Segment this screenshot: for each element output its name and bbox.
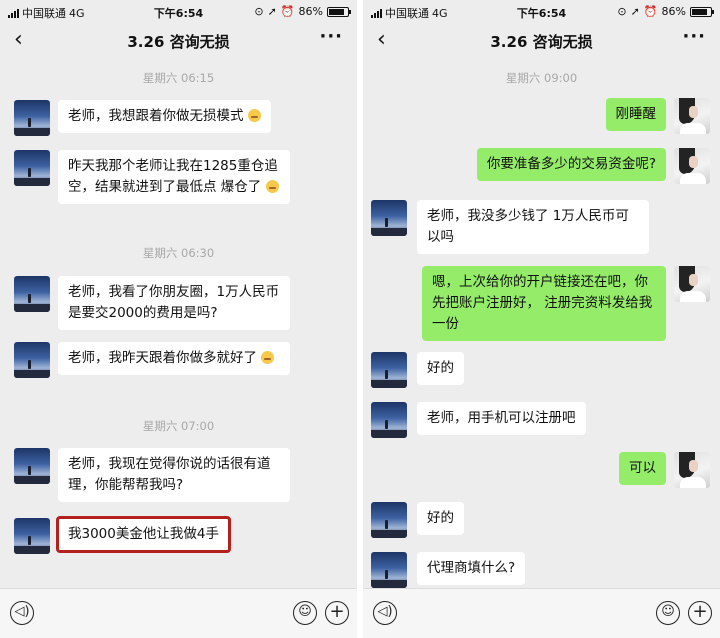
timestamp: 星期六 06:15	[142, 71, 215, 85]
highlighted-message-bubble[interactable]: 我3000美金他让我做4手	[56, 516, 231, 553]
contact-avatar[interactable]	[14, 342, 50, 378]
self-avatar[interactable]	[674, 98, 710, 134]
input-toolbar: ◁) ☺ +	[363, 588, 720, 638]
status-bar: 中国联通 4G 下午6:54 ⊙ ➚ ⏰ 86%	[0, 0, 357, 24]
rotation-lock-icon: ⊙	[254, 5, 264, 18]
contact-avatar[interactable]	[14, 448, 50, 484]
nav-bar: ‹ 3.26 咨询无损 ···	[0, 24, 357, 58]
contact-avatar[interactable]	[14, 150, 50, 186]
message-bubble[interactable]: 嗯，上次给你的开户链接还在吧，你先把账户注册好， 注册完资料发给我一份	[422, 266, 666, 341]
emoji-icon	[247, 109, 261, 122]
message-bubble[interactable]: 好的	[417, 352, 464, 385]
more-icon[interactable]: ···	[682, 26, 706, 47]
contact-avatar[interactable]	[371, 402, 407, 438]
plus-icon[interactable]: +	[325, 601, 349, 625]
message-bubble[interactable]: 老师，我现在觉得你说的话很有道理，你能帮帮我吗?	[58, 448, 290, 502]
rotation-lock-icon: ⊙	[617, 5, 627, 18]
more-icon[interactable]: ···	[319, 26, 343, 47]
battery-icon	[690, 6, 714, 17]
plus-icon[interactable]: +	[688, 601, 712, 625]
voice-icon[interactable]: ◁)	[373, 601, 397, 625]
self-avatar[interactable]	[674, 266, 710, 302]
message-bubble[interactable]: 昨天我那个老师让我在1285重仓追空，结果就进到了最低点 爆仓了	[58, 150, 290, 204]
self-avatar[interactable]	[674, 148, 710, 184]
location-icon: ➚	[267, 5, 277, 18]
message-bubble[interactable]: 好的	[417, 502, 464, 535]
nav-bar: ‹ 3.26 咨询无损 ···	[363, 24, 720, 58]
battery-percent: 86%	[661, 5, 686, 18]
message-list[interactable]: 星期六 09:00 刚睡醒 你要准备多少的交易资金呢? 老师，我没多少钱了 1万…	[363, 58, 720, 588]
alarm-icon: ⏰	[280, 5, 295, 18]
voice-icon[interactable]: ◁)	[10, 601, 34, 625]
message-bubble[interactable]: 刚睡醒	[605, 98, 666, 131]
emoji-icon[interactable]: ☺	[293, 601, 317, 625]
contact-avatar[interactable]	[371, 200, 407, 236]
message-bubble[interactable]: 可以	[619, 452, 666, 485]
emoji-icon	[265, 180, 279, 193]
timestamp: 星期六 07:00	[142, 419, 215, 433]
location-icon: ➚	[630, 5, 640, 18]
message-bubble[interactable]: 老师，我没多少钱了 1万人民币可以吗	[417, 200, 649, 254]
right-chat-screen: 中国联通 4G 下午6:54 ⊙ ➚ ⏰ 86% ‹ 3.26 咨询无损 ···…	[363, 0, 720, 638]
battery-icon	[327, 6, 351, 17]
message-bubble[interactable]: 老师，用手机可以注册吧	[417, 402, 586, 435]
contact-avatar[interactable]	[14, 100, 50, 136]
timestamp: 星期六 06:30	[142, 246, 215, 260]
contact-avatar[interactable]	[371, 502, 407, 538]
self-avatar[interactable]	[674, 452, 710, 488]
message-bubble[interactable]: 老师，我想跟着你做无损模式	[58, 100, 271, 133]
message-bubble[interactable]: 老师，我看了你朋友圈，1万人民币是要交2000的费用是吗?	[58, 276, 290, 330]
contact-avatar[interactable]	[14, 518, 50, 554]
timestamp: 星期六 09:00	[505, 71, 578, 85]
emoji-icon[interactable]: ☺	[656, 601, 680, 625]
message-bubble[interactable]: 老师，我昨天跟着你做多就好了	[58, 342, 290, 375]
message-list[interactable]: 星期六 06:15 老师，我想跟着你做无损模式 昨天我那个老师让我在1285重仓…	[0, 58, 357, 588]
contact-avatar[interactable]	[371, 352, 407, 388]
input-toolbar: ◁) ☺ +	[0, 588, 357, 638]
contact-avatar[interactable]	[14, 276, 50, 312]
contact-avatar[interactable]	[371, 552, 407, 588]
status-bar: 中国联通 4G 下午6:54 ⊙ ➚ ⏰ 86%	[363, 0, 720, 24]
left-chat-screen: 中国联通 4G 下午6:54 ⊙ ➚ ⏰ 86% ‹ 3.26 咨询无损 ···…	[0, 0, 357, 638]
alarm-icon: ⏰	[643, 5, 658, 18]
chat-title: 3.26 咨询无损	[127, 33, 230, 51]
message-bubble[interactable]: 你要准备多少的交易资金呢?	[476, 148, 666, 181]
message-bubble[interactable]: 代理商填什么?	[417, 552, 526, 585]
emoji-icon	[261, 351, 275, 364]
battery-percent: 86%	[298, 5, 323, 18]
chat-title: 3.26 咨询无损	[490, 33, 593, 51]
